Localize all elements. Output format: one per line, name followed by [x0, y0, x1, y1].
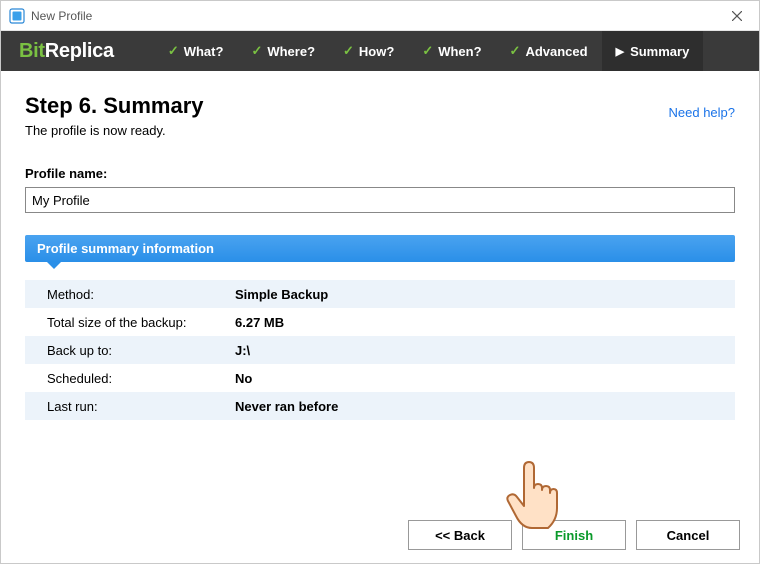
profile-name-label: Profile name:: [25, 166, 735, 181]
close-button[interactable]: [714, 1, 759, 30]
arrow-right-icon: ▶: [616, 45, 624, 58]
wizard-footer: << Back Finish Cancel: [408, 520, 740, 550]
step-subheading: The profile is now ready.: [25, 123, 735, 138]
cancel-button[interactable]: Cancel: [636, 520, 740, 550]
summary-val: Never ran before: [235, 399, 338, 414]
wizard-content: Step 6. Summary The profile is now ready…: [1, 71, 759, 420]
summary-row: Method: Simple Backup: [25, 280, 735, 308]
nav-step-label: How?: [359, 44, 394, 59]
summary-val: 6.27 MB: [235, 315, 284, 330]
summary-row: Last run: Never ran before: [25, 392, 735, 420]
summary-val: No: [235, 371, 252, 386]
back-button[interactable]: << Back: [408, 520, 512, 550]
nav-step-label: When?: [438, 44, 481, 59]
summary-key: Total size of the backup:: [25, 315, 235, 330]
nav-step-label: Where?: [267, 44, 315, 59]
check-icon: ✓: [343, 43, 354, 59]
app-icon: [9, 8, 25, 24]
nav-step-how[interactable]: ✓ How?: [329, 31, 408, 71]
summary-key: Back up to:: [25, 343, 235, 358]
summary-key: Scheduled:: [25, 371, 235, 386]
window-title: New Profile: [31, 9, 92, 23]
brand-prefix: Bit: [19, 40, 45, 62]
summary-val: J:\: [235, 343, 250, 358]
step-heading: Step 6. Summary: [25, 93, 735, 119]
summary-row: Scheduled: No: [25, 364, 735, 392]
check-icon: ✓: [251, 43, 262, 59]
check-icon: ✓: [422, 43, 433, 59]
summary-val: Simple Backup: [235, 287, 328, 302]
summary-key: Last run:: [25, 399, 235, 414]
brand-suffix: Replica: [45, 40, 114, 62]
summary-row: Total size of the backup: 6.27 MB: [25, 308, 735, 336]
brand-logo: BitReplica: [19, 40, 114, 63]
summary-table: Method: Simple Backup Total size of the …: [25, 280, 735, 420]
nav-step-summary[interactable]: ▶ Summary: [602, 31, 704, 71]
titlebar: New Profile: [1, 1, 759, 31]
summary-row: Back up to: J:\: [25, 336, 735, 364]
nav-step-label: Summary: [630, 44, 689, 59]
wizard-steps: ✓ What? ✓ Where? ✓ How? ✓ When? ✓ Advanced ▶ S…: [154, 31, 704, 71]
help-link[interactable]: Need help?: [669, 105, 736, 120]
profile-name-input[interactable]: [25, 187, 735, 213]
check-icon: ✓: [510, 43, 521, 59]
wizard-navbar: BitReplica ✓ What? ✓ Where? ✓ How? ✓ When? ✓…: [1, 31, 759, 71]
nav-step-label: Advanced: [525, 44, 587, 59]
summary-key: Method:: [25, 287, 235, 302]
finish-button[interactable]: Finish: [522, 520, 626, 550]
section-header: Profile summary information: [25, 235, 735, 262]
nav-step-advanced[interactable]: ✓ Advanced: [496, 31, 602, 71]
check-icon: ✓: [168, 43, 179, 59]
nav-step-where[interactable]: ✓ Where?: [237, 31, 329, 71]
close-icon: [732, 11, 742, 21]
nav-step-when[interactable]: ✓ When?: [408, 31, 495, 71]
nav-step-label: What?: [184, 44, 224, 59]
nav-step-what[interactable]: ✓ What?: [154, 31, 238, 71]
